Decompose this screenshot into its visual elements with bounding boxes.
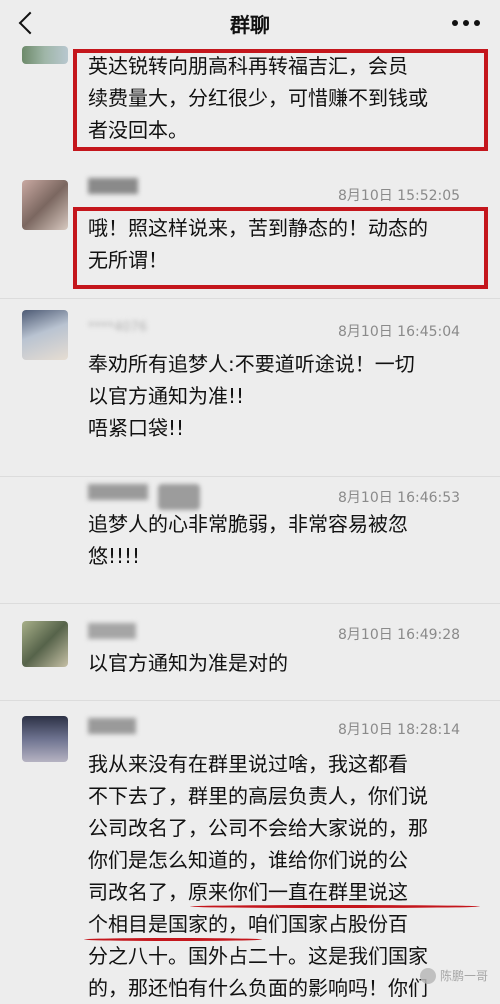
message-time: 8月10日 16:49:28 [338,627,461,643]
sender-name [88,718,136,734]
message-text: 奉劝所有追梦人:不要道听途说！一切 以官方通知为准!! 唔紧口袋!! [88,352,415,440]
message-text: 追梦人的心非常脆弱，非常容易被忽 悠!!!! [88,512,408,568]
message-text: 哦！照这样说来，苦到静态的！动态的 无所谓！ [88,216,428,272]
avatar[interactable] [22,716,68,762]
sender-name: ****4076 [88,320,148,335]
chat-message: 8月10日 16:46:53 追梦人的心非常脆弱，非常容易被忽 悠!!!! [0,478,500,603]
avatar[interactable] [158,484,200,510]
message-time: 8月10日 16:46:53 [338,490,461,506]
divider [0,700,500,701]
avatar[interactable] [22,310,68,360]
avatar[interactable] [22,180,68,230]
highlight-underline [84,938,262,941]
chat-message: 8月10日 18:28:14 我从来没有在群里说过啥，我这都看 不下去了，群里的… [0,702,500,1000]
more-options-icon[interactable] [450,18,482,28]
divider [0,603,500,604]
chat-message: 8月10日 15:52:05 哦！照这样说来，苦到静态的！动态的 无所谓！ [0,170,500,300]
sender-name [88,178,138,194]
divider [0,476,500,477]
avatar[interactable] [22,46,68,64]
sender-name [88,623,136,639]
chat-message: 8月10日 16:49:28 以官方通知为准是对的 [0,605,500,705]
message-text: 英达锐转向朋高科再转福吉汇，会员 续费量大，分红很少，可惜赚不到钱或 者没回本。 [88,54,428,142]
message-text: 以官方通知为准是对的 [88,651,288,675]
watermark: 陈鹏一哥 [419,967,488,984]
sender-name [88,484,148,500]
avatar[interactable] [22,621,68,667]
message-time: 8月10日 15:52:05 [338,188,461,204]
message-time: 8月10日 18:28:14 [338,722,461,738]
nav-bar: 群聊 [0,0,500,46]
message-text: 我从来没有在群里说过啥，我这都看 不下去了，群里的高层负责人，你们说 公司改名了… [88,752,428,1000]
highlight-underline [190,905,480,908]
divider [0,298,500,299]
chat-message: ****4076 8月10日 16:45:04 奉劝所有追梦人:不要道听途说！一… [0,300,500,480]
page-title: 群聊 [230,13,270,37]
wechat-icon [419,967,436,984]
message-time: 8月10日 16:45:04 [338,324,461,340]
